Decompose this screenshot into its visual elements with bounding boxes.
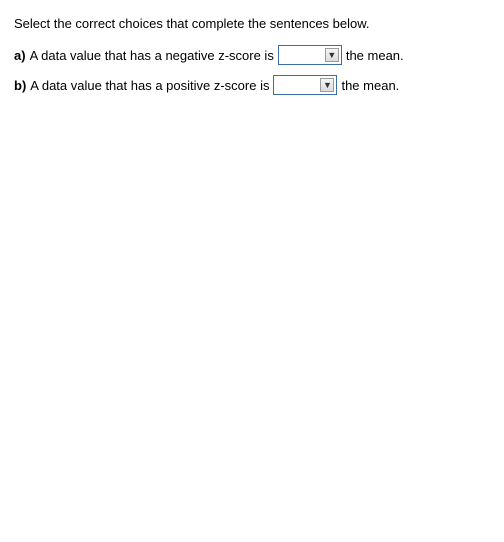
chevron-down-icon: ▼: [320, 78, 334, 92]
question-a-label: a): [14, 48, 26, 63]
question-b-text-after: the mean.: [341, 78, 399, 93]
question-a-dropdown[interactable]: ▼: [278, 45, 342, 65]
chevron-down-icon: ▼: [325, 48, 339, 62]
question-b: b) A data value that has a positive z-sc…: [14, 75, 490, 95]
question-b-text-before: A data value that has a positive z-score…: [30, 78, 269, 93]
question-a: a) A data value that has a negative z-sc…: [14, 45, 490, 65]
question-b-label: b): [14, 78, 26, 93]
question-a-text-before: A data value that has a negative z-score…: [30, 48, 274, 63]
instructions-text: Select the correct choices that complete…: [14, 16, 490, 31]
question-a-text-after: the mean.: [346, 48, 404, 63]
question-b-dropdown[interactable]: ▼: [273, 75, 337, 95]
